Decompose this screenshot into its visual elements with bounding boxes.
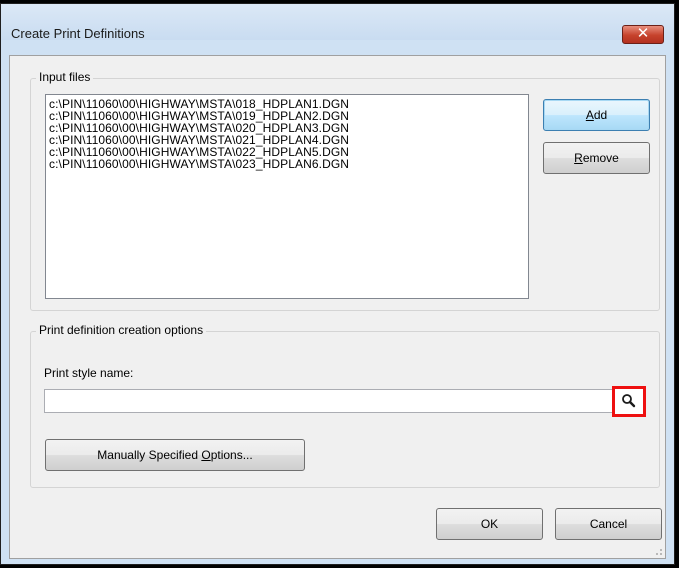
input-files-group-label: Input files bbox=[36, 70, 94, 84]
search-icon bbox=[622, 394, 636, 408]
cancel-button[interactable]: Cancel bbox=[555, 508, 662, 540]
title-bar[interactable]: Create Print Definitions ✕ bbox=[1, 4, 674, 44]
resize-grip[interactable] bbox=[652, 545, 662, 555]
print-style-name-input[interactable] bbox=[44, 389, 613, 413]
create-print-definitions-dialog: Create Print Definitions ✕ Input files c… bbox=[0, 3, 675, 565]
manual-options-label-rest: ptions... bbox=[210, 448, 253, 462]
close-icon: ✕ bbox=[636, 24, 650, 42]
manually-specified-options-button[interactable]: Manually Specified Options... bbox=[45, 439, 305, 471]
add-button-label-rest: dd bbox=[593, 108, 608, 122]
window-title: Create Print Definitions bbox=[11, 26, 145, 41]
manual-options-label: Manually Specified bbox=[97, 448, 202, 462]
dialog-body: Input files c:\PIN\11060\00\HIGHWAY\MSTA… bbox=[9, 55, 666, 559]
add-button[interactable]: Add bbox=[543, 99, 650, 131]
print-style-browse-button[interactable] bbox=[612, 386, 646, 417]
list-item[interactable]: c:\PIN\11060\00\HIGHWAY\MSTA\023_HDPLAN6… bbox=[49, 158, 525, 170]
input-files-list[interactable]: c:\PIN\11060\00\HIGHWAY\MSTA\018_HDPLAN1… bbox=[45, 94, 529, 299]
manual-options-accesskey: O bbox=[201, 448, 211, 462]
print-style-name-label: Print style name: bbox=[44, 366, 134, 380]
remove-button-accesskey: R bbox=[574, 151, 583, 165]
cancel-button-label: Cancel bbox=[589, 517, 628, 531]
remove-button[interactable]: Remove bbox=[543, 142, 650, 174]
print-definition-options-group-label: Print definition creation options bbox=[36, 323, 207, 337]
ok-button-label: OK bbox=[480, 517, 499, 531]
ok-button[interactable]: OK bbox=[436, 508, 543, 540]
remove-button-label-rest: emove bbox=[582, 151, 619, 165]
add-button-accesskey: A bbox=[585, 108, 594, 122]
close-button[interactable]: ✕ bbox=[622, 24, 664, 44]
